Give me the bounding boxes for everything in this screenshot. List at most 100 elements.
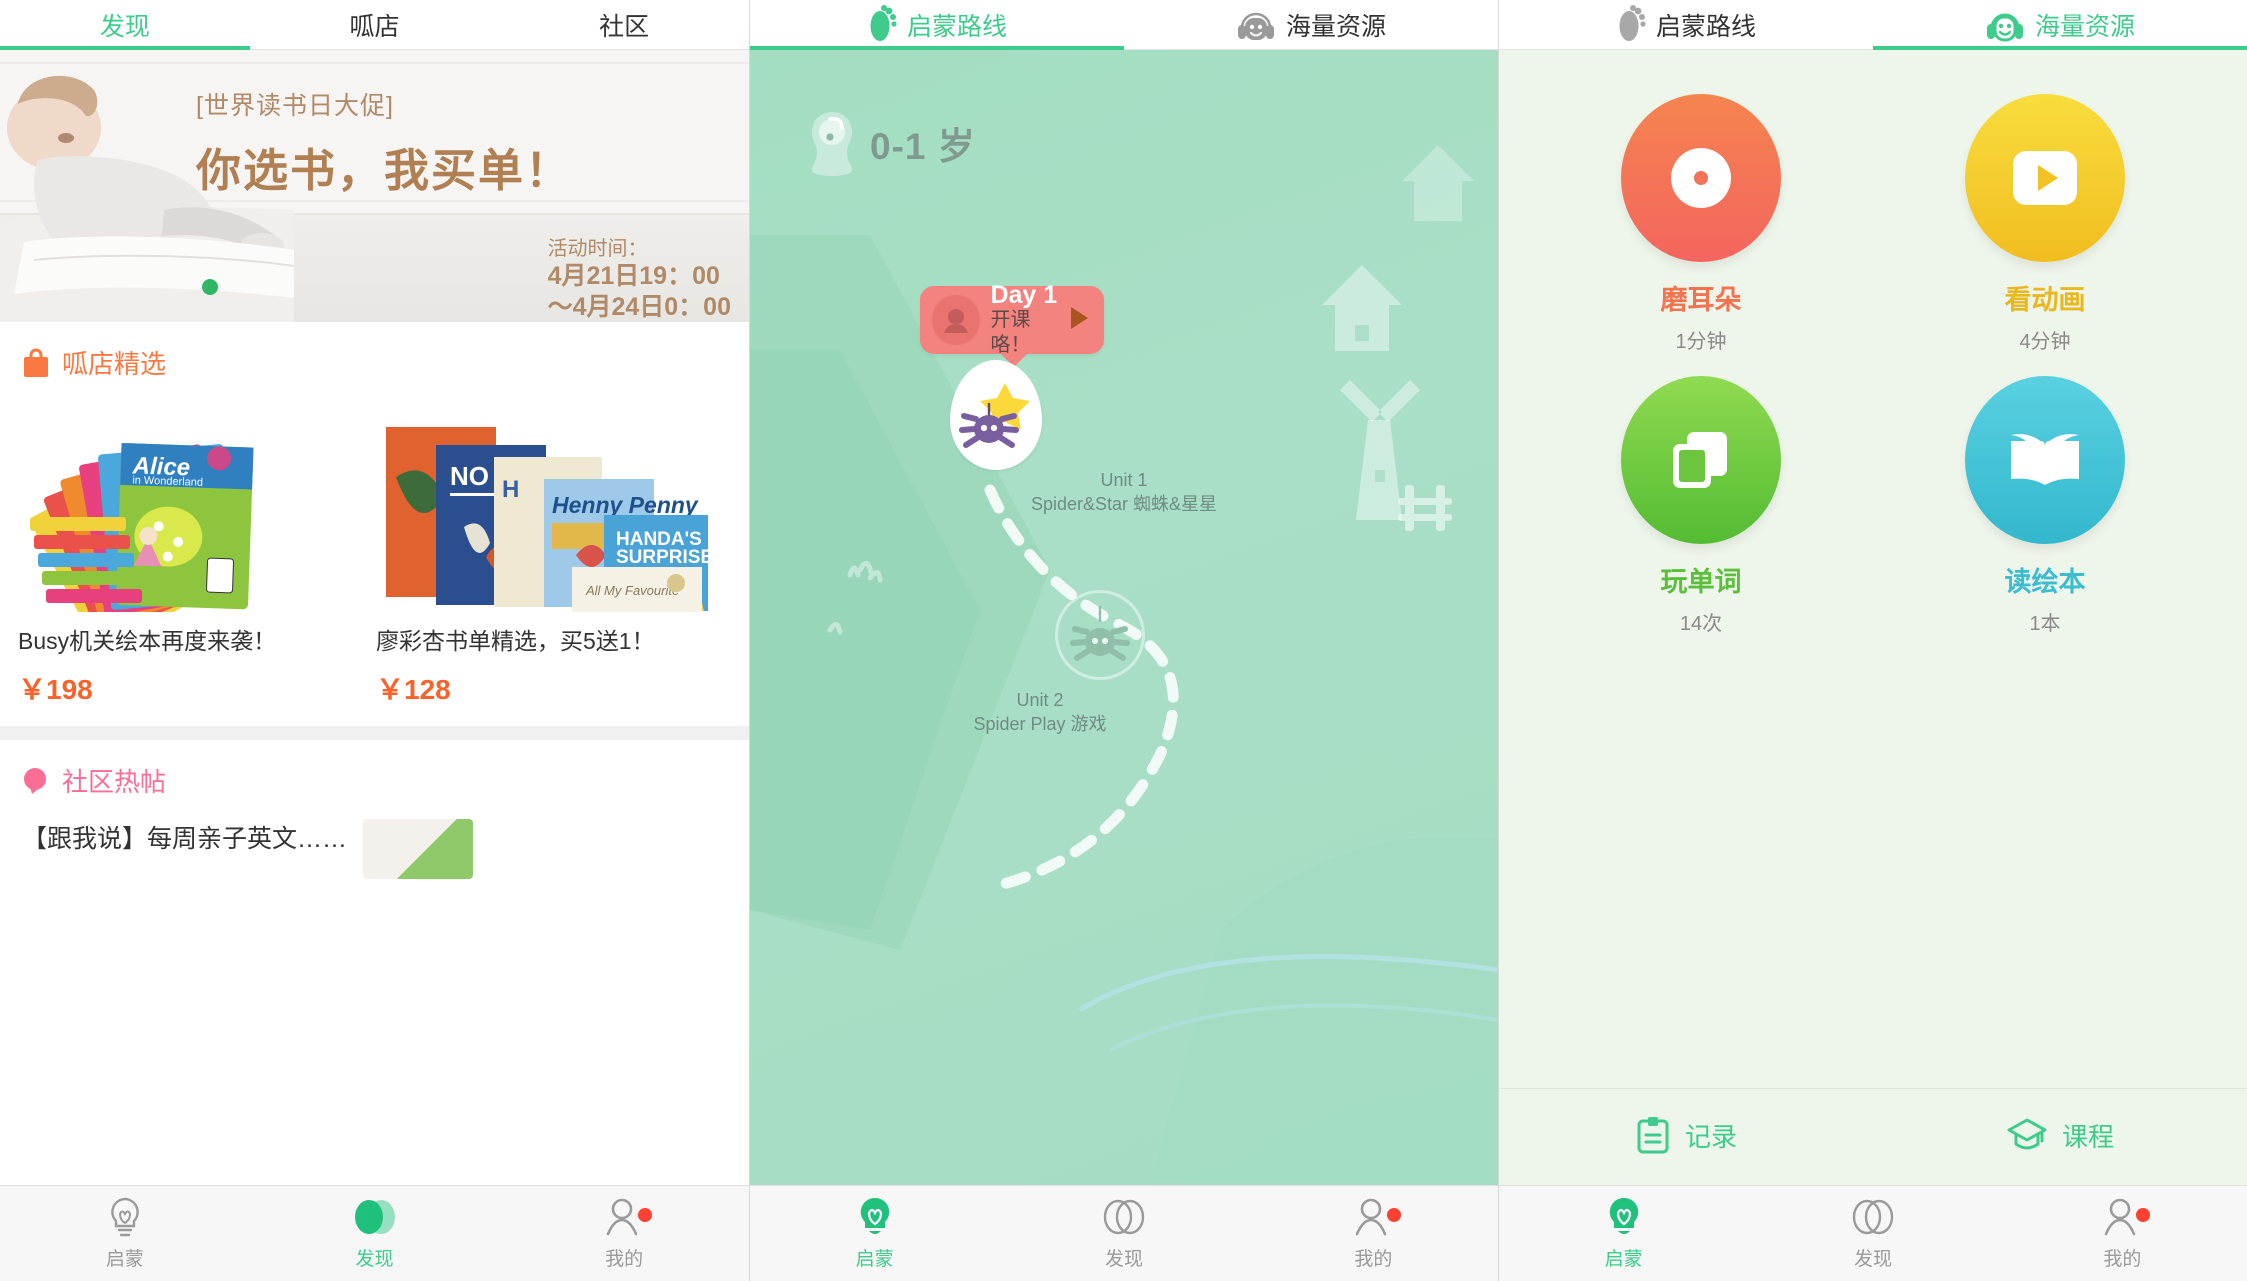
- headphone-face-icon: [1985, 8, 2025, 42]
- learning-map[interactable]: 0-1 岁 Day 1 开课咯！ Unit 1 Spider&Star 蜘蛛&星…: [750, 50, 1498, 1185]
- bottom-tab-discover[interactable]: 发现: [1748, 1186, 1997, 1281]
- unit-2-name: Unit 2: [1016, 690, 1064, 710]
- bottom-tab-discover-label: 发现: [1853, 1249, 1892, 1270]
- bottom-tab-mine-label: 我的: [605, 1249, 644, 1270]
- unit-node-2[interactable]: [1055, 590, 1145, 680]
- tab-learning-path[interactable]: 启蒙路线: [750, 0, 1124, 50]
- lightbulb-icon: [111, 1197, 139, 1237]
- bottom-tab-discover-label: 发现: [1104, 1249, 1143, 1270]
- banner-time-line1: 4月21日19：00: [547, 262, 720, 290]
- svg-text:in Wonderland: in Wonderland: [132, 474, 203, 488]
- lightbulb-icon: [1609, 1197, 1638, 1234]
- tab-community[interactable]: 社区: [499, 0, 749, 49]
- graduation-cap-icon: [2007, 1118, 2047, 1150]
- two-circles-icon: [354, 1200, 395, 1234]
- resource-tile-label: 磨耳朵: [1660, 285, 1742, 315]
- svg-text:SURPRISE: SURPRISE: [616, 547, 713, 568]
- banner-text: [世界读书日大促] 你选书，我买单！: [196, 86, 729, 199]
- resource-tile-label: 读绘本: [2004, 567, 2086, 597]
- link-records[interactable]: 记录: [1499, 1115, 1873, 1155]
- bottom-tab-discover[interactable]: 发现: [999, 1186, 1248, 1281]
- play-triangle-icon[interactable]: [1068, 305, 1090, 336]
- notification-badge: [2136, 1208, 2151, 1222]
- open-book-icon: [2011, 434, 2079, 485]
- promo-banner[interactable]: [世界读书日大促] 你选书，我买单！ 活动时间： 4月21日19：00 ～4月2…: [0, 50, 749, 322]
- product-card[interactable]: H Alice in Wonderland: [18, 397, 358, 708]
- product-price: ￥198: [18, 674, 93, 705]
- unit-1-subtitle: Spider&Star 蜘蛛&星星: [1030, 494, 1218, 515]
- cards-icon: [1673, 432, 1727, 488]
- svg-text:Henny Penny: Henny Penny: [552, 492, 699, 518]
- tab-resources[interactable]: 海量资源: [1124, 0, 1498, 49]
- spider-star-icon: [959, 383, 1030, 448]
- panel1-top-tabbar: 发现 呱店 社区: [0, 0, 749, 50]
- community-post-thumb: [363, 819, 474, 879]
- bottom-tab-enlighten[interactable]: 启蒙: [1499, 1186, 1748, 1281]
- store-section-header: 呱店精选: [0, 322, 749, 387]
- swaddled-baby-icon: [812, 112, 852, 176]
- resource-bottom-links: 记录 课程: [1499, 1088, 2247, 1185]
- bottom-tab-enlighten-label: 启蒙: [105, 1249, 144, 1270]
- unit-node-1[interactable]: [950, 360, 1042, 470]
- notification-badge: [638, 1208, 653, 1222]
- link-courses-label: 课程: [2061, 1121, 2114, 1152]
- tab-discover[interactable]: 发现: [0, 0, 250, 50]
- headphone-face-icon: [1236, 8, 1276, 42]
- unit-2-subtitle: Spider Play 游戏: [973, 714, 1107, 735]
- panel3-top-tabbar: 启蒙路线 海量资源: [1499, 0, 2247, 50]
- section-divider: [0, 726, 749, 740]
- bottom-tab-discover[interactable]: 发现: [250, 1186, 500, 1281]
- community-post-title: 【跟我说】每周亲子英文……: [22, 825, 348, 853]
- product-image: H Alice in Wonderland: [18, 397, 358, 612]
- two-circles-icon: [1103, 1199, 1145, 1235]
- product-price: ￥128: [376, 674, 451, 705]
- clipboard-icon: [1637, 1117, 1669, 1154]
- unit-1-label: Unit 1 Spider&Star 蜘蛛&星星: [750, 468, 1498, 517]
- bottom-tab-enlighten[interactable]: 启蒙: [750, 1186, 999, 1281]
- resource-tile-listen[interactable]: 磨耳朵 1分钟: [1529, 94, 1873, 354]
- resource-tile-picturebook[interactable]: 读绘本 1本: [1873, 376, 2217, 636]
- footprint-icon: [1616, 4, 1646, 45]
- panel1-bottom-tabbar: 启蒙 发现 我的: [0, 1185, 749, 1281]
- panel-discover: 发现 呱店 社区 [世界读书日大促] 你选书，我买单！ 活动时间： 4月21日1…: [0, 0, 749, 1281]
- store-section-title: 呱店精选: [62, 349, 167, 379]
- two-circles-icon: [1852, 1199, 1894, 1235]
- tab-resources-label: 海量资源: [2034, 12, 2135, 41]
- app-screenshot: 发现 呱店 社区 [世界读书日大促] 你选书，我买单！ 活动时间： 4月21日1…: [0, 0, 2247, 1281]
- tab-learning-path[interactable]: 启蒙路线: [1499, 0, 1873, 49]
- tab-resources[interactable]: 海量资源: [1873, 0, 2247, 50]
- banner-time-label: 活动时间：: [547, 238, 648, 260]
- resource-tile-words[interactable]: 玩单词 14次: [1529, 376, 1873, 636]
- unit-1-name: Unit 1: [1100, 470, 1148, 490]
- speech-bubble-icon: [24, 767, 46, 794]
- tab-resources-label: 海量资源: [1285, 12, 1386, 41]
- panel-learning-path: 启蒙路线 海量资源 0-1 岁 Day 1 开课咯！ Unit 1 Spider…: [749, 0, 1498, 1281]
- store-section: 呱店精选 H: [0, 322, 749, 708]
- unit-2-label: Unit 2 Spider Play 游戏: [810, 688, 1270, 737]
- bottom-tab-mine-label: 我的: [2103, 1249, 2142, 1270]
- bottom-tab-mine[interactable]: 我的: [499, 1186, 749, 1281]
- resource-tile-value: 14次: [1679, 613, 1723, 635]
- community-section-header: 社区热帖: [0, 740, 749, 805]
- spider-icon: [1070, 606, 1130, 661]
- link-courses[interactable]: 课程: [1873, 1115, 2247, 1155]
- day-bubble-subtitle: 开课咯！: [990, 309, 1031, 357]
- tab-store[interactable]: 呱店: [250, 0, 500, 49]
- bottom-tab-mine[interactable]: 我的: [1249, 1186, 1498, 1281]
- resource-grid: 磨耳朵 1分钟 看动画 4分钟 玩单词 14次 读绘本 1本: [1499, 50, 2247, 1088]
- tab-store-label: 呱店: [349, 12, 400, 41]
- banner-tag: [世界读书日大促]: [196, 92, 394, 120]
- day-bubble[interactable]: Day 1 开课咯！: [920, 282, 1104, 367]
- panel2-top-tabbar: 启蒙路线 海量资源: [750, 0, 1498, 50]
- bottom-tab-mine[interactable]: 我的: [1998, 1186, 2247, 1281]
- bottom-tab-discover-label: 发现: [355, 1249, 394, 1270]
- community-post[interactable]: 【跟我说】每周亲子英文……: [0, 805, 749, 879]
- panel3-bottom-tabbar: 启蒙 发现 我的: [1499, 1185, 2247, 1281]
- bottom-tab-enlighten[interactable]: 启蒙: [0, 1186, 250, 1281]
- product-title: Busy机关绘本再度来袭！: [18, 628, 277, 654]
- resource-tile-animation[interactable]: 看动画 4分钟: [1873, 94, 2217, 354]
- resource-tile-label: 玩单词: [1660, 567, 1742, 597]
- resource-tile-label: 看动画: [2004, 285, 2086, 315]
- svg-text:NO: NO: [450, 461, 489, 491]
- product-card[interactable]: NO H Henny Penny HANDA'S SURPRISE All My…: [376, 397, 716, 708]
